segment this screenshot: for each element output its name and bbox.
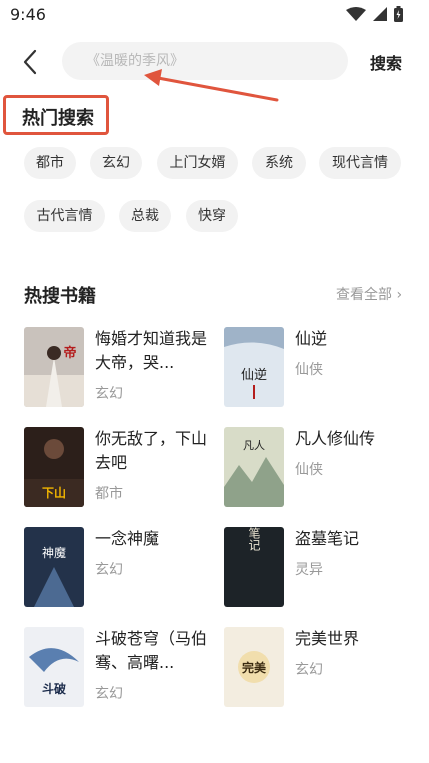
book-cover: 斗破	[24, 627, 84, 707]
book-title: 仙逆	[295, 329, 328, 348]
status-icons	[346, 6, 403, 22]
hot-search-tag[interactable]: 总裁	[119, 200, 171, 232]
wifi-icon	[346, 7, 366, 21]
book-item[interactable]: 凡人 凡人修仙传 仙侠	[224, 427, 414, 509]
search-button[interactable]: 搜索	[370, 50, 402, 74]
view-all-link[interactable]: 查看全部 ›	[336, 284, 402, 304]
back-arrow-icon[interactable]	[18, 48, 46, 76]
book-cover: 神魔	[24, 527, 84, 607]
book-cover: 帝	[24, 327, 84, 407]
book-cover: 完美	[224, 627, 284, 707]
hot-search-tag[interactable]: 都市	[24, 147, 76, 179]
cover-text: 下山	[42, 485, 66, 500]
book-title: 盗墓笔记	[295, 529, 360, 548]
book-genre: 仙侠	[295, 362, 323, 378]
book-title: 完美世界	[295, 629, 360, 648]
hot-search-tag[interactable]: 现代言情	[319, 147, 401, 179]
view-all-label: 查看全部	[336, 287, 392, 303]
cover-text: 完美	[242, 660, 267, 675]
search-input[interactable]	[62, 42, 348, 80]
hot-search-tag[interactable]: 古代言情	[24, 200, 105, 232]
search-header: 搜索	[0, 40, 429, 84]
cover-text: 帝	[63, 345, 76, 361]
book-genre: 玄幻	[295, 662, 323, 678]
book-item[interactable]: 完美 完美世界 玄幻	[224, 627, 414, 709]
book-cover: 凡人	[224, 427, 284, 507]
battery-icon	[394, 6, 403, 22]
hot-search-tag[interactable]: 系统	[252, 147, 306, 179]
book-cover: 盗墓笔记	[224, 527, 284, 607]
cover-text: 仙逆	[241, 367, 267, 383]
status-time: 9:46	[10, 5, 46, 24]
chevron-right-icon: ›	[396, 287, 403, 303]
signal-icon	[373, 7, 387, 21]
hot-search-tag[interactable]: 上门女婿	[157, 147, 238, 179]
book-item[interactable]: 盗墓笔记 盗墓笔记 灵异	[224, 527, 414, 609]
hot-search-title: 热门搜索	[22, 108, 94, 129]
hot-search-tag[interactable]: 玄幻	[90, 147, 142, 179]
cover-text: 神魔	[42, 545, 66, 560]
book-genre: 玄幻	[95, 562, 123, 578]
book-genre: 灵异	[295, 562, 323, 578]
book-cover: 仙逆	[224, 327, 284, 407]
book-title: 你无敌了，下山去吧	[95, 429, 207, 472]
hot-search-tag[interactable]: 快穿	[186, 200, 238, 232]
book-item[interactable]: 仙逆 仙逆 仙侠	[224, 327, 414, 409]
book-item[interactable]: 神魔 一念神魔 玄幻	[24, 527, 214, 609]
cover-text: 盗墓笔记	[247, 527, 261, 551]
hot-books-title: 热搜书籍	[24, 286, 96, 307]
book-genre: 仙侠	[295, 462, 323, 478]
status-bar: 9:46	[0, 0, 429, 30]
cover-text: 斗破	[42, 681, 66, 696]
book-title: 凡人修仙传	[295, 429, 376, 448]
cover-text: 凡人	[243, 439, 265, 452]
book-genre: 都市	[95, 486, 123, 502]
book-item[interactable]: 下山 你无敌了，下山去吧 都市	[24, 427, 214, 509]
book-title: 悔婚才知道我是大帝，哭...	[95, 329, 207, 372]
book-title: 斗破苍穹（马伯骞、高曙...	[95, 629, 207, 672]
book-item[interactable]: 帝 悔婚才知道我是大帝，哭... 玄幻	[24, 327, 214, 409]
book-genre: 玄幻	[95, 686, 123, 702]
book-genre: 玄幻	[95, 386, 123, 402]
book-cover: 下山	[24, 427, 84, 507]
book-item[interactable]: 斗破 斗破苍穹（马伯骞、高曙... 玄幻	[24, 627, 214, 709]
book-title: 一念神魔	[95, 529, 160, 548]
